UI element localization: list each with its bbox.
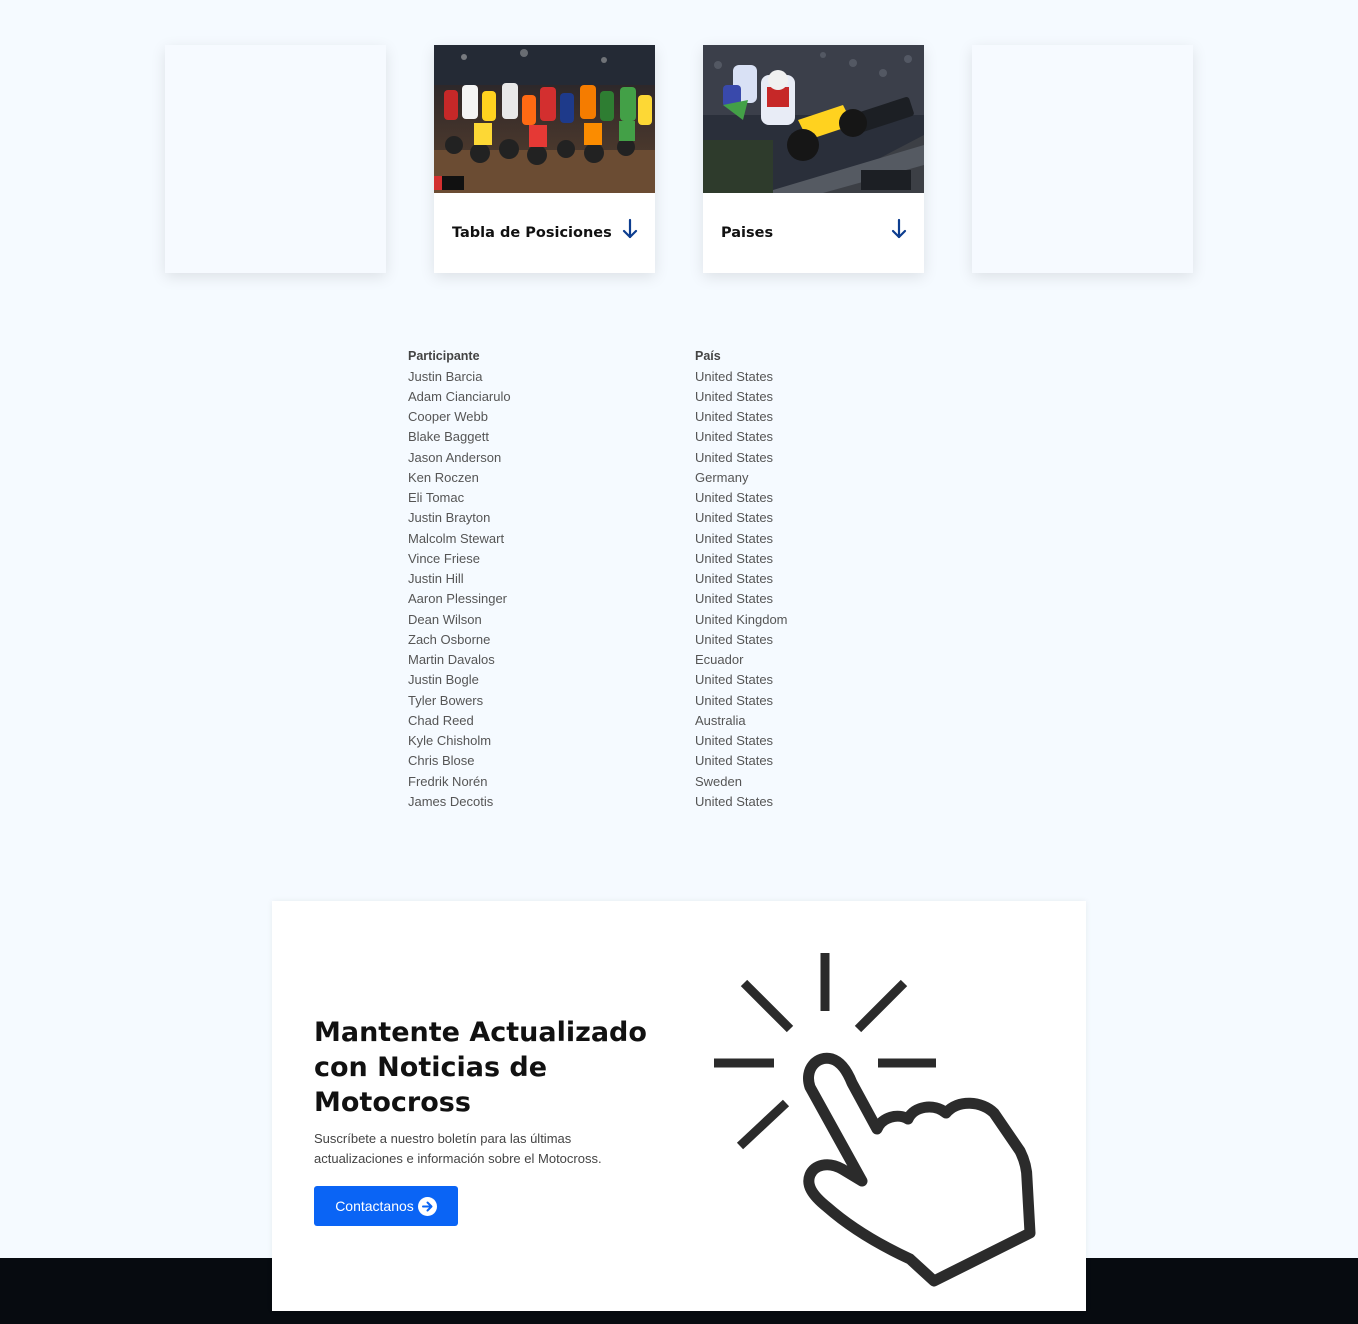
participant-name: Eli Tomac [408, 490, 465, 506]
card-title-standings[interactable]: Tabla de Posiciones [452, 225, 612, 241]
participant-name: Cooper Webb [408, 409, 488, 425]
participant-name: Jason Anderson [408, 449, 502, 465]
arrow-circle-right-icon [417, 1196, 437, 1216]
participant-name: Justin Bogle [408, 672, 479, 688]
participant-name: James Decotis [408, 793, 494, 809]
participant-name: Blake Baggett [408, 429, 489, 445]
participant-name: Malcolm Stewart [408, 530, 505, 546]
participant-name: Dean Wilson [408, 611, 482, 627]
table-row: Malcolm Stewart United States [408, 528, 788, 548]
participant-name: Aaron Plessinger [408, 591, 507, 607]
participant-country: United States [695, 490, 774, 506]
participant-country: United States [695, 368, 774, 384]
participant-name: Tyler Bowers [408, 692, 484, 708]
participant-name: Chad Reed [408, 712, 474, 728]
feature-card-countries[interactable]: Paises [703, 45, 924, 273]
countries-photo [703, 45, 924, 193]
newsletter-panel: Mantente Actualizado con Noticias de Mot… [272, 901, 1086, 1311]
table-row: Vince Friese United States [408, 548, 788, 568]
participant-country: United States [695, 571, 774, 587]
participant-name: Justin Hill [408, 571, 464, 587]
participant-name: Ken Roczen [408, 469, 479, 485]
table-row: Dean Wilson United Kingdom [408, 609, 788, 629]
participant-country: United States [695, 793, 774, 809]
newsletter-description: Suscríbete a nuestro boletín para las úl… [314, 1131, 602, 1166]
table-row: Aaron Plessinger United States [408, 589, 788, 609]
card-title-countries[interactable]: Paises [721, 225, 773, 241]
participant-name: Chris Blose [408, 753, 475, 769]
table-row: Zach Osborne United States [408, 629, 788, 649]
table-row: Justin Hill United States [408, 569, 788, 589]
table-row: Fredrik Norén Sweden [408, 771, 788, 791]
column-header-country: País [695, 349, 721, 363]
participant-name: Fredrik Norén [408, 773, 488, 789]
participant-country: United States [695, 550, 774, 566]
participant-country: United States [695, 631, 774, 647]
participant-country: Sweden [695, 773, 742, 789]
table-row: Chad Reed Australia [408, 710, 788, 730]
participant-country: United States [695, 449, 774, 465]
participant-country: United States [695, 591, 774, 607]
table-row: Cooper Webb United States [408, 407, 788, 427]
table-row: Justin Bogle United States [408, 670, 788, 690]
table-row: Justin Brayton United States [408, 508, 788, 528]
contact-button[interactable]: Contactanos [314, 1186, 458, 1226]
participant-country: United States [695, 510, 774, 526]
table-row: Eli Tomac United States [408, 488, 788, 508]
arrow-down-icon[interactable] [621, 218, 639, 240]
hand-pointer-click-icon [714, 953, 1036, 1287]
participant-name: Adam Cianciarulo [408, 388, 511, 404]
participant-country: Germany [695, 469, 749, 485]
column-header-participant: Participante [408, 349, 480, 363]
table-row: Kyle Chisholm United States [408, 731, 788, 751]
table-row: Chris Blose United States [408, 751, 788, 771]
table-row: Martin Davalos Ecuador [408, 650, 788, 670]
participant-country: United States [695, 692, 774, 708]
contact-button-label: Contactanos [335, 1198, 414, 1214]
participant-country: United States [695, 753, 774, 769]
participant-name: Kyle Chisholm [408, 733, 492, 749]
participant-name: Zach Osborne [408, 631, 491, 647]
participant-country: United States [695, 672, 774, 688]
participant-name: Justin Brayton [408, 510, 491, 526]
feature-card-standings[interactable]: Tabla de Posiciones [434, 45, 655, 273]
participant-country: Australia [695, 712, 746, 728]
table-row: James Decotis United States [408, 791, 788, 811]
participant-name: Vince Friese [408, 550, 481, 566]
standings-photo [434, 45, 655, 193]
arrow-down-icon[interactable] [890, 218, 908, 240]
newsletter-title: Mantente Actualizado con Noticias de Mot… [314, 1017, 647, 1118]
feature-card-empty-1 [165, 45, 386, 273]
table-header-row: Participante País [408, 346, 788, 366]
participant-country: Ecuador [695, 652, 744, 668]
participant-country: United States [695, 409, 774, 425]
table-row: Blake Baggett United States [408, 427, 788, 447]
participant-country: United States [695, 530, 774, 546]
participants-table: Participante País Justin Barcia United St… [408, 346, 788, 812]
table-row: Ken Roczen Germany [408, 467, 788, 487]
participant-country: United Kingdom [695, 611, 788, 627]
participant-country: United States [695, 388, 774, 404]
table-row: Justin Barcia United States [408, 366, 788, 386]
participant-country: United States [695, 733, 774, 749]
participant-name: Martin Davalos [408, 652, 495, 668]
table-row: Jason Anderson United States [408, 447, 788, 467]
participant-country: United States [695, 429, 774, 445]
table-row: Tyler Bowers United States [408, 690, 788, 710]
table-row: Adam Cianciarulo United States [408, 386, 788, 406]
participant-name: Justin Barcia [408, 368, 483, 384]
feature-card-empty-2 [972, 45, 1193, 273]
